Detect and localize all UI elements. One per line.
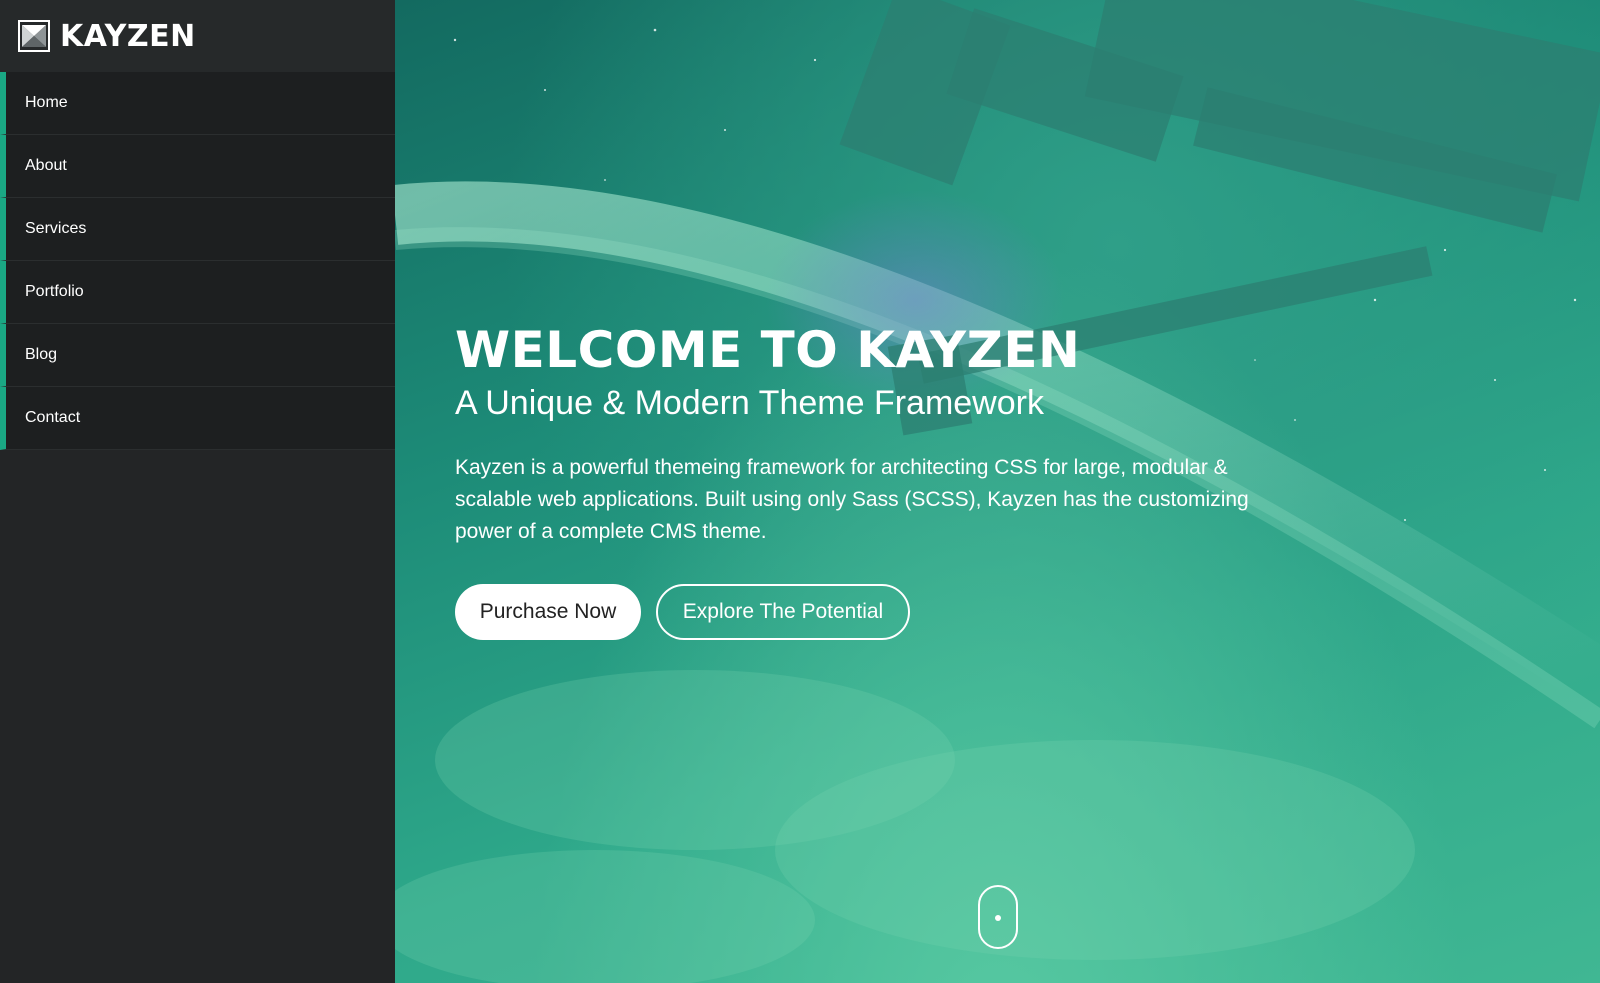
hero-buttons: Purchase Now Explore The Potential — [455, 584, 1275, 640]
sidebar-item-label: Contact — [25, 409, 81, 426]
mouse-scroll-icon[interactable] — [978, 885, 1018, 949]
explore-potential-button[interactable]: Explore The Potential — [656, 584, 910, 640]
scroll-dot — [995, 915, 1001, 921]
sidebar: KAYZEN Home About Services Portfolio Blo… — [0, 0, 395, 983]
hero-title: WELCOME TO KAYZEN — [455, 321, 1081, 379]
logo[interactable]: KAYZEN — [0, 0, 395, 72]
sidebar-item-label: Portfolio — [25, 283, 84, 300]
hero-content: WELCOME TO KAYZEN A Unique & Modern Them… — [455, 322, 1275, 640]
hero-description: Kayzen is a powerful themeing framework … — [455, 456, 1249, 543]
sidebar-item-label: Services — [25, 220, 87, 237]
sidebar-item-label: Home — [25, 94, 68, 111]
sidebar-item-services[interactable]: Services — [0, 198, 395, 261]
sidebar-item-home[interactable]: Home — [0, 72, 395, 135]
hero-subtitle: A Unique & Modern Theme Framework — [455, 384, 1044, 422]
sidebar-item-blog[interactable]: Blog — [0, 324, 395, 387]
sidebar-item-contact[interactable]: Contact — [0, 387, 395, 450]
brand-name: KAYZEN — [60, 18, 196, 54]
kayzen-logo-icon — [18, 20, 50, 52]
hero-section: WELCOME TO KAYZEN A Unique & Modern Them… — [395, 0, 1600, 983]
sidebar-item-label: Blog — [25, 346, 58, 363]
sidebar-nav: Home About Services Portfolio Blog Conta… — [0, 72, 395, 450]
sidebar-item-portfolio[interactable]: Portfolio — [0, 261, 395, 324]
purchase-now-button[interactable]: Purchase Now — [455, 584, 641, 640]
sidebar-item-label: About — [25, 157, 67, 174]
sidebar-item-about[interactable]: About — [0, 135, 395, 198]
